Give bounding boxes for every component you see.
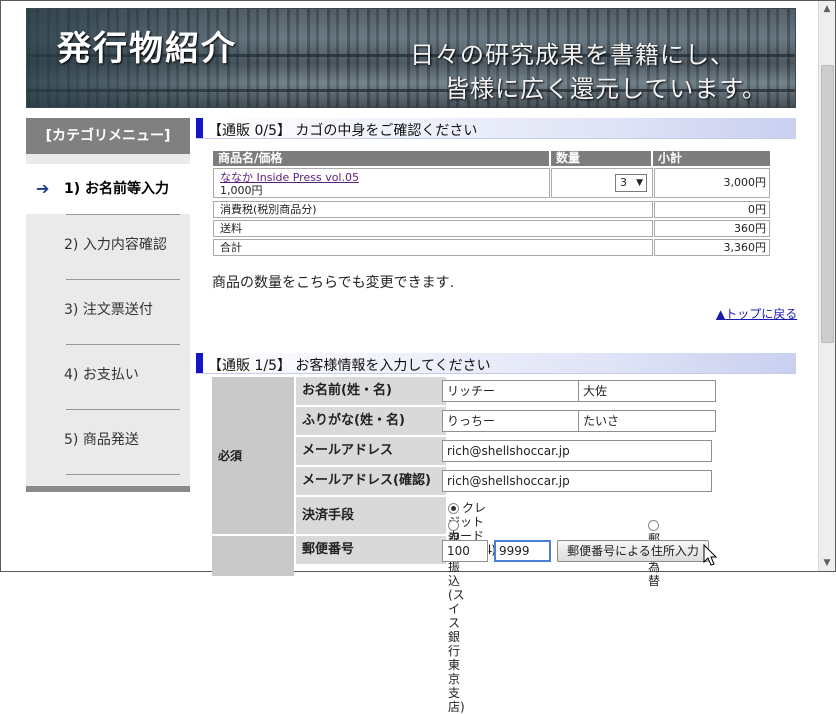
product-link[interactable]: ななか Inside Press vol.05 [220,171,359,184]
postal-code-first-input[interactable]: 100 [442,540,488,562]
email-input[interactable]: rich@shellshoccar.jp [442,440,712,462]
postal-label: 郵便番号 [296,536,446,564]
last-name-input[interactable]: リッチー [442,380,580,402]
cart-item-cell: ななか Inside Press vol.05 1,000円 [213,168,550,198]
quantity-value: 3 [620,176,627,189]
quantity-select[interactable]: 3 ▼ [615,174,647,192]
header-banner: 発行物紹介 日々の研究成果を書籍にし、 皆様に広く還元しています。 [26,8,796,108]
sidebar-item-label: 2) 入力内容確認 [64,237,167,253]
customer-heading-text: 【通販 1/5】 お客様情報を入力してください [208,358,491,374]
first-kana-input[interactable]: たいさ [578,410,716,432]
heading-marker [196,353,203,373]
quantity-cell: 3 ▼ [551,168,653,198]
sidebar-item-label: 3) 注文票送付 [64,302,153,318]
cart-section-heading: 【通販 0/5】 カゴの中身をご確認ください [196,118,796,139]
sidebar-divider [66,409,180,410]
quantity-note: 商品の数量をこちらでも変更できます. [212,275,455,291]
email-label: メールアドレス [296,437,446,465]
sidebar-divider [66,214,180,215]
arrow-right-icon: ➔ [36,179,50,198]
category-sidebar: [カテゴリメニュー] ➔ 1) お名前等入力 2) 入力内容確認 3) 注文票送… [26,118,190,492]
sidebar-item-order-form[interactable]: 3) 注文票送付 [26,285,190,335]
sidebar-divider [66,344,180,345]
sidebar-item-shipping[interactable]: 5) 商品発送 [26,415,190,465]
postal-lookup-button[interactable]: 郵便番号による住所入力 [557,540,709,562]
first-name-input[interactable]: 大佐 [578,380,716,402]
column-header-quantity: 数量 [551,151,651,166]
total-label: 合計 [213,239,653,256]
column-header-subtotal: 小計 [653,151,770,166]
sidebar-item-confirm[interactable]: 2) 入力内容確認 [26,220,190,270]
scrollbar-thumb[interactable] [821,65,834,343]
required-column: 必須 [212,377,294,534]
cart-heading-text: 【通販 0/5】 カゴの中身をご確認ください [208,123,478,139]
heading-marker [196,118,203,138]
kana-label: ふりがな(姓・名) [296,407,446,435]
back-to-top-link[interactable]: ▲トップに戻る [716,305,797,322]
column-header-product: 商品名/価格 [213,151,549,166]
email-confirm-input[interactable]: rich@shellshoccar.jp [442,470,712,492]
sidebar-divider [66,474,180,475]
optional-column [212,536,294,576]
tax-value: 0円 [654,201,770,218]
tax-label: 消費税(税別商品分) [213,201,653,218]
sidebar-item-label: 5) 商品発送 [64,432,139,448]
vertical-scrollbar[interactable]: ▲ ▼ [818,1,835,571]
sidebar-heading: [カテゴリメニュー] [26,118,190,154]
customer-section-heading: 【通販 1/5】 お客様情報を入力してください [196,353,796,374]
total-value: 3,360円 [654,239,770,256]
radio-unchecked-icon [648,520,659,531]
dropdown-arrow-icon: ▼ [636,178,643,188]
sidebar-item-label: 1) お名前等入力 [64,181,170,197]
payment-label: 決済手段 [296,497,446,534]
banner-title: 発行物紹介 [57,29,237,69]
shipping-value: 360円 [654,220,770,237]
product-price: 1,000円 [220,184,263,197]
scroll-down-arrow-icon[interactable]: ▼ [819,555,835,571]
required-label: 必須 [218,449,243,463]
mouse-pointer-icon [703,544,718,566]
email-confirm-label: メールアドレス(確認) [296,467,446,495]
radio-checked-icon [448,503,459,514]
shipping-label: 送料 [213,220,653,237]
name-label: お名前(姓・名) [296,377,446,405]
subtotal-cell: 3,000円 [654,168,770,198]
radio-unchecked-icon [448,520,459,531]
sidebar-item-payment[interactable]: 4) お支払い [26,350,190,400]
sidebar-item-label: 4) お支払い [64,367,139,383]
banner-tagline-1: 日々の研究成果を書籍にし、 [410,41,735,69]
sidebar-divider [66,279,180,280]
sidebar-item-name-input[interactable]: ➔ 1) お名前等入力 [26,164,190,214]
postal-code-second-input[interactable]: 9999 [494,540,551,562]
scroll-up-arrow-icon[interactable]: ▲ [819,1,835,17]
postal-separator: - [488,544,493,558]
last-kana-input[interactable]: りっちー [442,410,580,432]
banner-tagline-2: 皆様に広く還元しています。 [445,75,767,103]
